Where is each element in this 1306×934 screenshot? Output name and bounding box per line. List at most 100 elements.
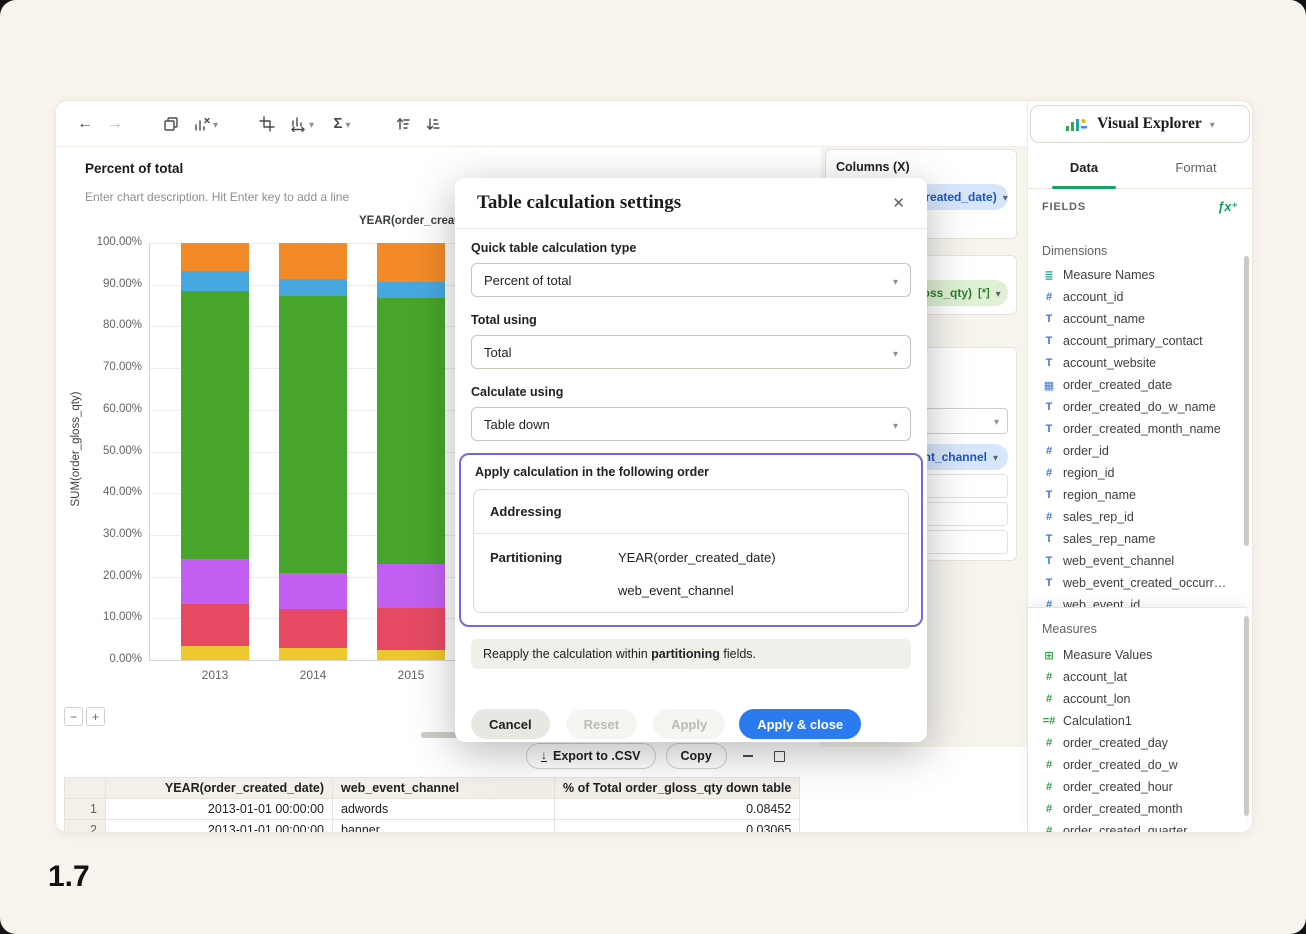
sort-descending-button[interactable] [418, 109, 448, 139]
zoom-out-button[interactable]: − [64, 707, 83, 726]
field-item-order_created_month[interactable]: # order_created_month [1034, 798, 1240, 820]
minimize-results-button[interactable] [737, 745, 759, 767]
apply-close-button[interactable]: Apply & close [739, 709, 862, 739]
bar-segment-blue[interactable] [279, 278, 347, 296]
bar-segment-purple[interactable] [279, 572, 347, 609]
field-label: order_created_month [1063, 802, 1183, 816]
bar-segment-blue[interactable] [377, 282, 445, 299]
field-label: account_id [1063, 290, 1124, 304]
visual-explorer-button[interactable]: Visual Explorer [1030, 105, 1250, 143]
bar-segment-yellow[interactable] [181, 645, 249, 660]
apply-button[interactable]: Apply [653, 709, 726, 739]
field-label: region_id [1063, 466, 1115, 480]
clear-chart-button[interactable] [186, 109, 226, 139]
field-item-account_primary_contact[interactable]: Taccount_primary_contact [1034, 330, 1240, 352]
bar-segment-green[interactable] [377, 298, 445, 565]
field-item-order_created_day[interactable]: # order_created_day [1034, 732, 1240, 754]
chevron-down-icon [997, 188, 1008, 206]
field-label: Calculation1 [1063, 714, 1132, 728]
field-item-Measure Names[interactable]: ≣ Measure Names [1034, 264, 1240, 286]
bar-segment-yellow[interactable] [279, 647, 347, 660]
tab-data[interactable]: Data [1028, 147, 1140, 189]
field-item-order_created_date[interactable]: ▦ order_created_date [1034, 374, 1240, 396]
row-number: 1 [64, 798, 106, 820]
field-item-account_lon[interactable]: # account_lon [1034, 688, 1240, 710]
info-text: Reapply the calculation within [483, 647, 652, 661]
field-item-order_created_quarter[interactable]: # order_created_quarter [1034, 820, 1240, 832]
stacked-bar-2015[interactable] [377, 243, 445, 660]
forward-button[interactable]: → [100, 109, 130, 139]
bar-segment-purple[interactable] [181, 559, 249, 605]
field-item-account_name[interactable]: Taccount_name [1034, 308, 1240, 330]
field-item-order_created_month_name[interactable]: Torder_created_month_name [1034, 418, 1240, 440]
field-item-order_created_do_w[interactable]: # order_created_do_w [1034, 754, 1240, 776]
bar-segment-red[interactable] [377, 608, 445, 650]
sort-ascending-button[interactable] [388, 109, 418, 139]
field-item-Measure Values[interactable]: ⊞ Measure Values [1034, 644, 1240, 666]
bar-segment-blue[interactable] [181, 271, 249, 292]
field-item-web_event_created_occurred...[interactable]: Tweb_event_created_occurred... [1034, 572, 1240, 594]
bar-segment-orange[interactable] [377, 243, 445, 283]
bar-segment-green[interactable] [181, 291, 249, 560]
tab-format[interactable]: Format [1140, 147, 1252, 188]
back-button[interactable]: ← [70, 109, 100, 139]
aggregate-button[interactable]: Σ [322, 109, 362, 139]
sidebar-scrollbar-thumb[interactable] [1244, 256, 1249, 546]
chevron-down-icon [893, 417, 898, 432]
total-using-select[interactable]: Total [471, 335, 911, 369]
chevron-down-icon [893, 345, 898, 360]
calculate-using-select[interactable]: Table down [471, 407, 911, 441]
field-item-web_event_channel[interactable]: Tweb_event_channel [1034, 550, 1240, 572]
chevron-down-icon [309, 115, 314, 133]
field-item-account_id[interactable]: # account_id [1034, 286, 1240, 308]
stacked-bar-2013[interactable] [181, 243, 249, 660]
field-label: web_event_channel [1063, 554, 1175, 568]
bar-segment-yellow[interactable] [377, 650, 445, 660]
field-item-order_created_do_w_name[interactable]: Torder_created_do_w_name [1034, 396, 1240, 418]
calculation-order-label: Apply calculation in the following order [475, 465, 710, 479]
field-item-order_created_hour[interactable]: # order_created_hour [1034, 776, 1240, 798]
bar-segment-orange[interactable] [181, 243, 249, 272]
export-csv-button[interactable]: ↓ Export to .CSV [526, 743, 656, 769]
stacked-bar-2014[interactable] [279, 243, 347, 660]
zoom-in-button[interactable]: + [86, 707, 105, 726]
field-item-sales_rep_name[interactable]: Tsales_rep_name [1034, 528, 1240, 550]
duplicate-chart-button[interactable] [156, 109, 186, 139]
date-icon: ▦ [1043, 379, 1055, 392]
partitioning-value: YEAR(order_created_date) [618, 550, 776, 565]
modal-title: Table calculation settings [477, 192, 682, 213]
reset-button[interactable]: Reset [565, 709, 638, 739]
y-tick-label: 60.00% [102, 403, 142, 415]
chart-type-button[interactable] [282, 109, 322, 139]
maximize-results-button[interactable] [769, 745, 791, 767]
chevron-down-icon [994, 412, 999, 430]
close-icon[interactable]: ✕ [892, 194, 905, 212]
measures-section-label: Measures [1042, 622, 1097, 636]
add-calculation-icon[interactable]: ƒx⁺ [1217, 199, 1238, 214]
crop-button[interactable] [252, 109, 282, 139]
bar-segment-purple[interactable] [377, 564, 445, 609]
field-item-sales_rep_id[interactable]: # sales_rep_id [1034, 506, 1240, 528]
quick-calc-select[interactable]: Percent of total [471, 263, 911, 297]
bar-segment-orange[interactable] [279, 243, 347, 279]
measures-list: ⊞ Measure Values # account_lat # account_lon =… [1034, 644, 1240, 832]
field-item-region_id[interactable]: # region_id [1034, 462, 1240, 484]
field-label: order_created_month_name [1063, 422, 1221, 436]
row-number: 2 [64, 819, 106, 832]
field-item-account_lat[interactable]: # account_lat [1034, 666, 1240, 688]
sort-ascending-icon [396, 117, 410, 130]
dimensions-section-label: Dimensions [1042, 244, 1108, 258]
field-item-Calculation1[interactable]: =# Calculation1 [1034, 710, 1240, 732]
measures-scrollbar-thumb[interactable] [1244, 616, 1249, 816]
info-bar: Reapply the calculation within partition… [471, 639, 911, 669]
bar-segment-red[interactable] [279, 608, 347, 648]
field-item-region_name[interactable]: Tregion_name [1034, 484, 1240, 506]
field-item-account_website[interactable]: Taccount_website [1034, 352, 1240, 374]
bar-segment-red[interactable] [181, 604, 249, 646]
chart-description-input[interactable]: Enter chart description. Hit Enter key t… [85, 190, 349, 204]
chart-title[interactable]: Percent of total [85, 161, 183, 176]
copy-button[interactable]: Copy [665, 743, 727, 769]
cancel-button[interactable]: Cancel [471, 709, 550, 739]
bar-segment-green[interactable] [279, 296, 347, 573]
field-item-order_id[interactable]: # order_id [1034, 440, 1240, 462]
